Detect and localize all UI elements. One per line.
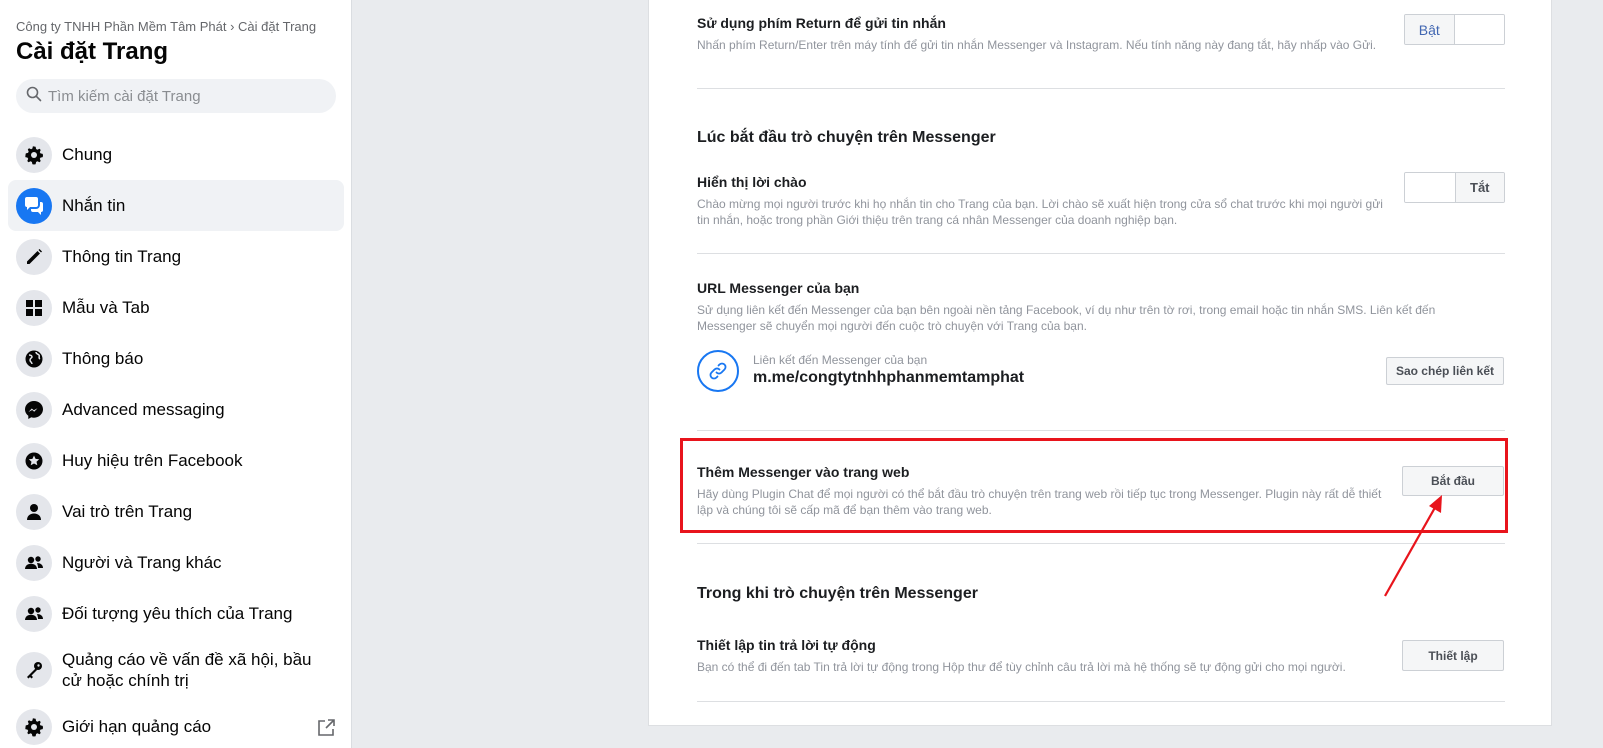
messenger-url-setting: URL Messenger của bạn Sử dụng liên kết đ… [697,280,1505,334]
search-box[interactable] [16,79,336,113]
sidebar-item-ad-limits[interactable]: Giới hạn quảng cáo [8,701,344,748]
sidebar-item-preferred-audience[interactable]: Đối tượng yêu thích của Trang [8,588,344,639]
search-input[interactable] [48,87,328,105]
sidebar-item-label: Huy hiệu trên Facebook [62,451,243,470]
pencil-icon [16,238,52,275]
setting-description: Chào mừng mọi người trước khi họ nhắn ti… [697,197,1383,227]
settings-nav: Chung Nhắn tin Thông tin Trang Mẫu và Ta… [8,129,344,748]
divider [697,701,1505,702]
sidebar-item-label: Giới hạn quảng cáo [62,717,212,736]
sidebar-item-label: Thông báo [62,349,144,368]
sidebar-item-facebook-badges[interactable]: Huy hiệu trên Facebook [8,435,344,486]
sidebar-item-political-ads[interactable]: Quảng cáo về vấn đề xã hội, bầu cử hoặc … [8,639,344,701]
setting-description: Sử dụng liên kết đến Messenger của bạn b… [697,303,1436,333]
copy-link-button[interactable]: Sao chép liên kết [1386,357,1504,385]
setting-description: Bạn có thể đi đến tab Tin trả lời tự độn… [697,660,1346,674]
messages-icon [16,187,52,224]
sidebar-item-people-other-pages[interactable]: Người và Trang khác [8,537,344,588]
sidebar-item-label: Mẫu và Tab [62,298,150,317]
sidebar-item-label: Quảng cáo về vấn đề xã hội, bầu cử hoặc … [62,650,312,690]
divider [697,430,1505,431]
external-link-icon[interactable] [316,718,336,743]
divider [697,88,1505,89]
breadcrumb[interactable]: Công ty TNHH Phần Mềm Tâm Phát › Cài đặt… [16,19,316,34]
link-caption: Liên kết đến Messenger của bạn [753,353,928,367]
people-icon [16,595,52,632]
search-icon [26,86,42,107]
sidebar-item-messaging[interactable]: Nhắn tin [8,180,344,231]
divider [697,543,1505,544]
toggle-on-label[interactable]: Bật [1405,15,1455,44]
person-icon [16,493,52,530]
greeting-setting: Hiển thị lời chào Chào mừng mọi người tr… [697,174,1505,228]
sidebar-item-page-info[interactable]: Thông tin Trang [8,231,344,282]
link-icon [697,350,739,392]
setting-description: Hãy dùng Plugin Chat để mọi người có thể… [697,487,1382,517]
divider [697,253,1505,254]
star-badge-icon [16,442,52,479]
grid-icon [16,289,52,326]
toggle-off-label[interactable]: Tắt [1454,173,1504,202]
website-plugin-setting: Thêm Messenger vào trang web Hãy dùng Pl… [697,464,1505,518]
setting-title: Thêm Messenger vào trang web [697,464,910,480]
toggle-off-area[interactable] [1454,15,1504,44]
setting-title: Thiết lập tin trả lời tự động [697,637,876,653]
setting-title: URL Messenger của bạn [697,280,860,296]
sidebar-item-label: Vai trò trên Trang [62,502,193,521]
sidebar-item-advanced-messaging[interactable]: Advanced messaging [8,384,344,435]
people-icon [16,544,52,581]
gear-icon [16,708,52,745]
section-heading: Lúc bắt đầu trò chuyện trên Messenger [697,129,996,146]
sidebar-item-label: Chung [62,145,113,164]
section-heading: Trong khi trò chuyện trên Messenger [697,585,978,602]
sidebar-item-label: Thông tin Trang [62,247,182,266]
messenger-link[interactable]: m.me/congtytnhhphanmemtamphat [753,369,1024,387]
messenger-icon [16,391,52,428]
settings-sidebar: Công ty TNHH Phần Mềm Tâm Phát › Cài đặt… [0,0,352,748]
sidebar-item-label: Nhắn tin [62,196,126,215]
messaging-settings-panel: Sử dụng phím Return để gửi tin nhắn Nhấn… [648,0,1552,726]
sidebar-item-page-roles[interactable]: Vai trò trên Trang [8,486,344,537]
return-key-setting: Sử dụng phím Return để gửi tin nhắn Nhấn… [697,15,1505,53]
setting-description: Nhấn phím Return/Enter trên máy tính để … [697,38,1377,52]
toggle-on-area[interactable] [1405,173,1455,202]
greeting-toggle[interactable]: Tắt [1404,172,1505,203]
sidebar-item-label: Advanced messaging [62,400,225,419]
get-started-button[interactable]: Bắt đầu [1402,466,1504,496]
globe-icon [16,340,52,377]
auto-reply-setting: Thiết lập tin trả lời tự động Bạn có thể… [697,637,1505,675]
setting-title: Hiển thị lời chào [697,174,807,190]
sidebar-item-general[interactable]: Chung [8,129,344,180]
sidebar-item-label: Người và Trang khác [62,553,222,572]
setting-title: Sử dụng phím Return để gửi tin nhắn [697,15,946,31]
return-key-toggle[interactable]: Bật [1404,14,1505,45]
sidebar-item-label: Đối tượng yêu thích của Trang [62,604,293,623]
sidebar-item-notifications[interactable]: Thông báo [8,333,344,384]
gear-icon [16,136,52,173]
key-icon [16,652,52,688]
page-title: Cài đặt Trang [16,38,169,65]
sidebar-item-templates-tabs[interactable]: Mẫu và Tab [8,282,344,333]
setup-button[interactable]: Thiết lập [1402,640,1504,671]
